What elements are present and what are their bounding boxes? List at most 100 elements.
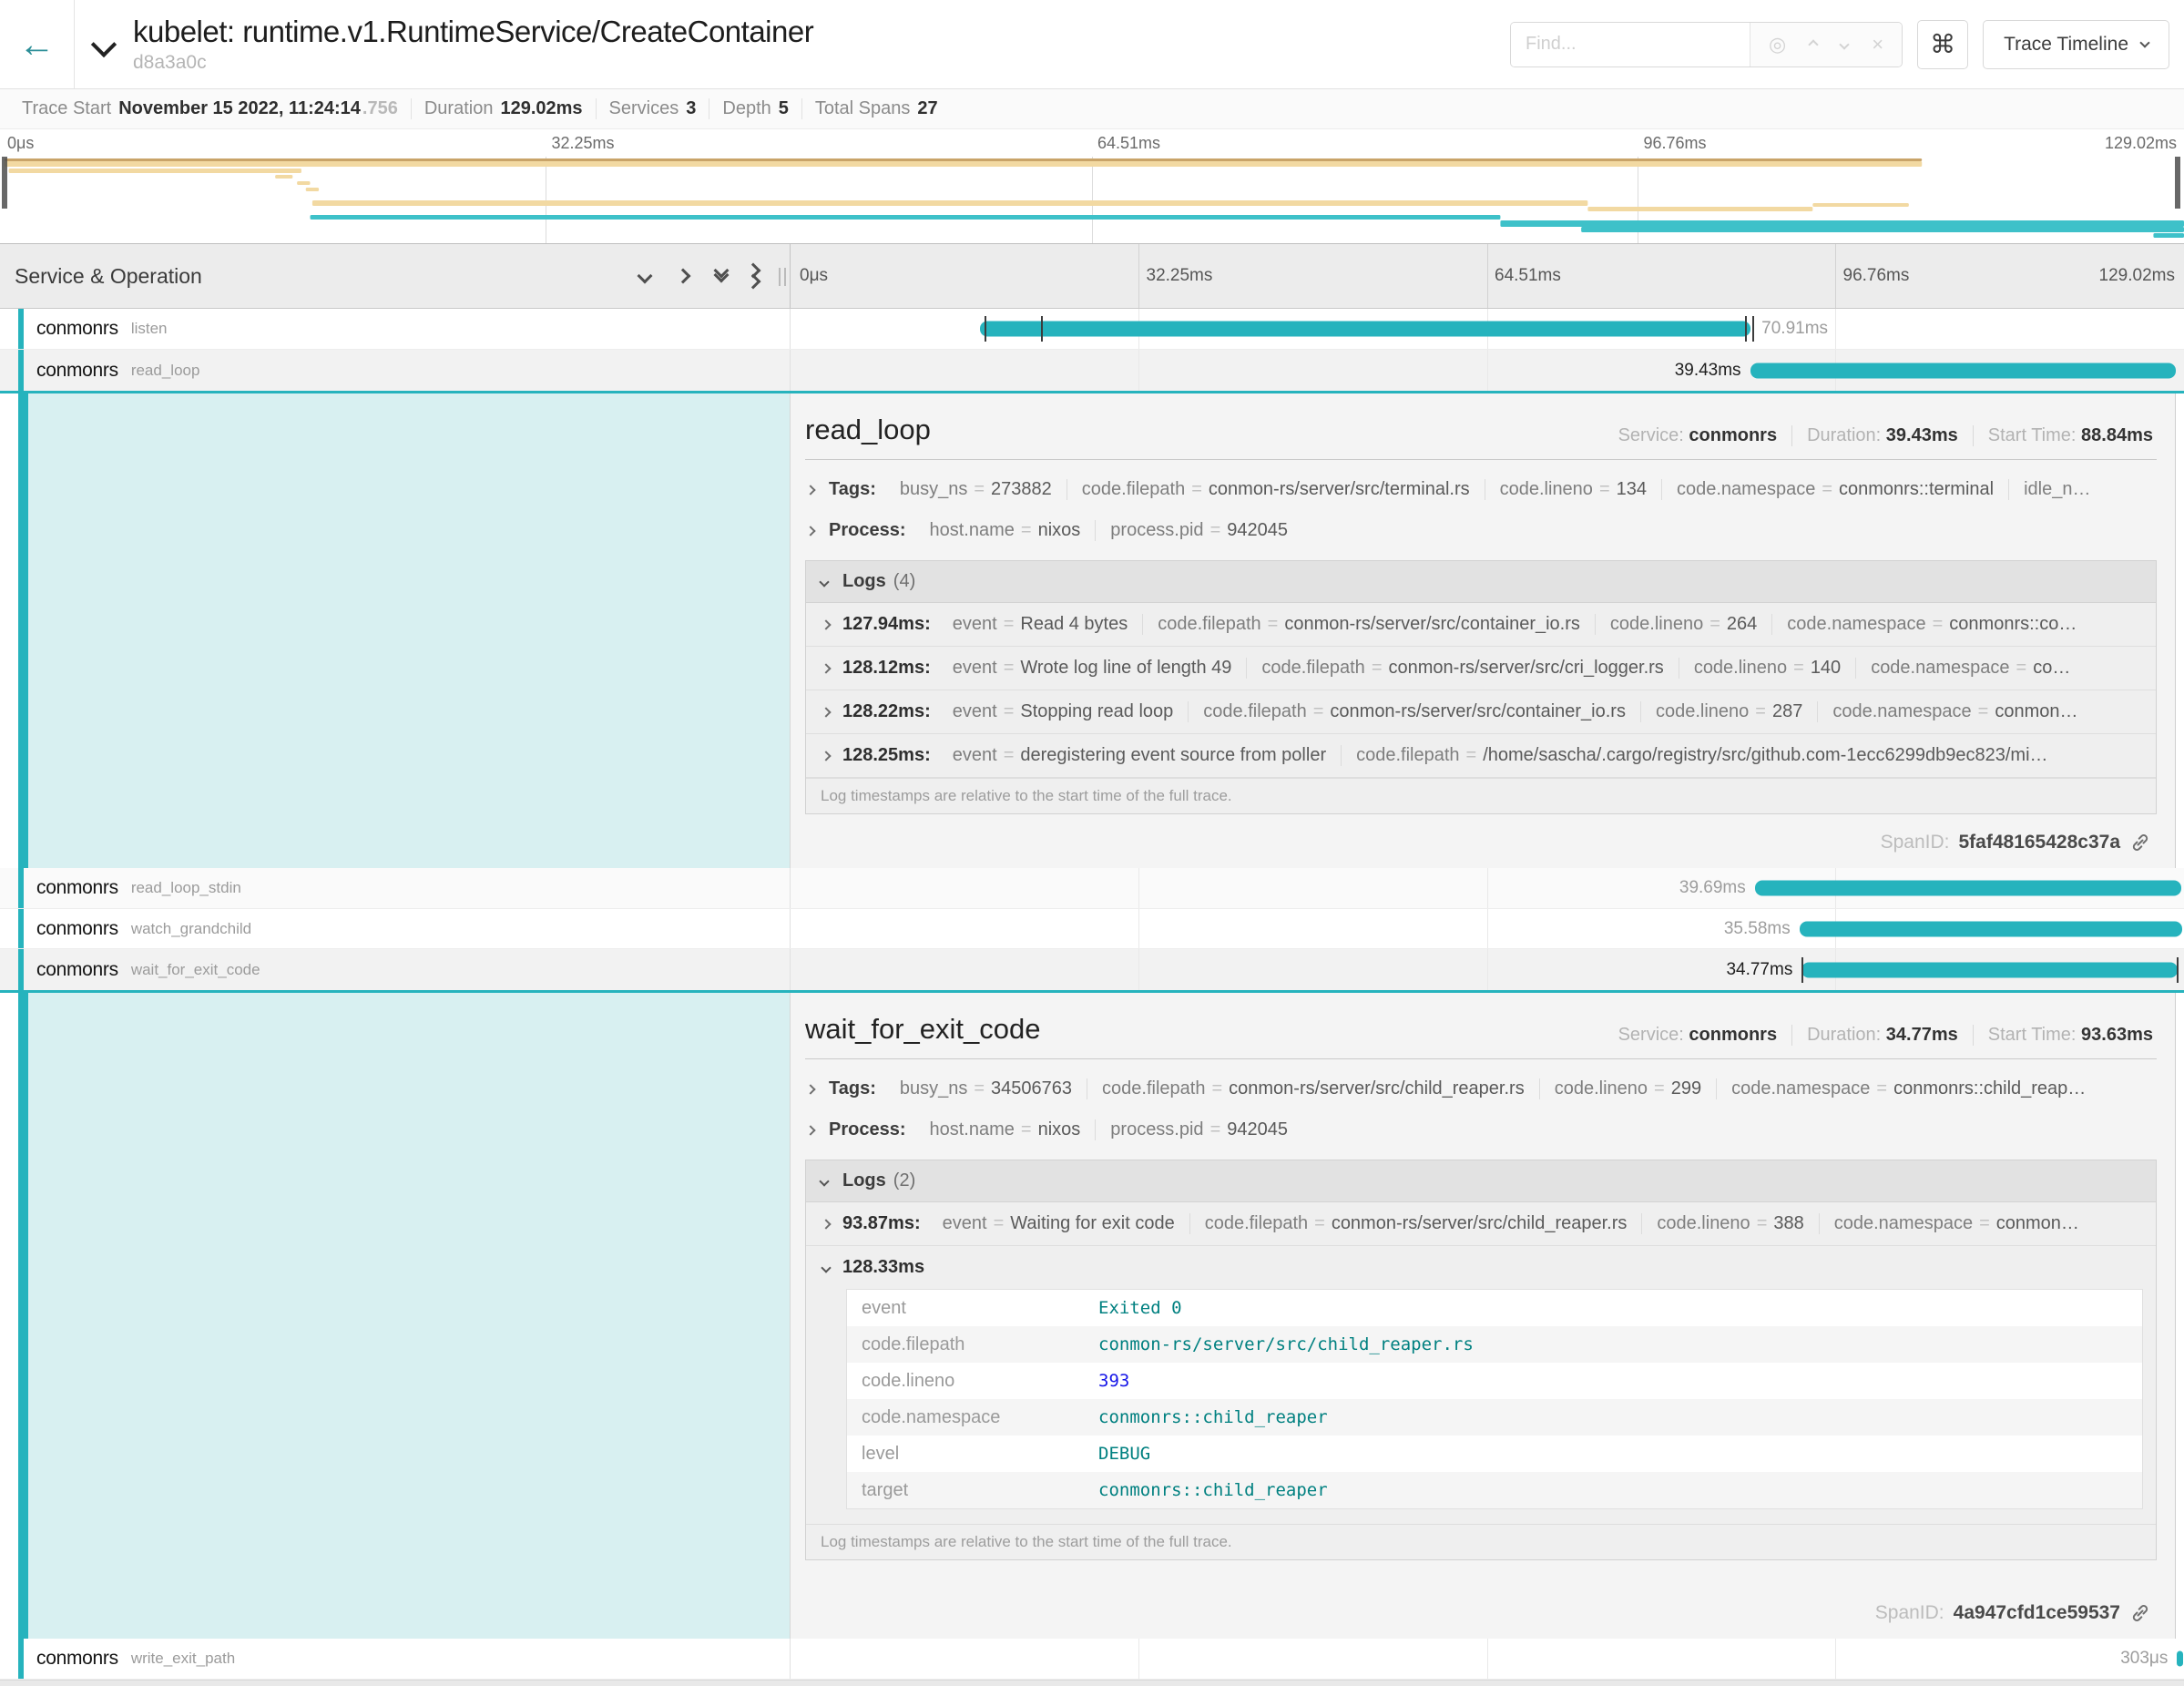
span-bar[interactable] <box>2177 1651 2182 1667</box>
span-bar[interactable] <box>1755 881 2181 896</box>
span-bar-cell[interactable]: 303μs <box>791 1639 2184 1679</box>
span-duration-label: 35.58ms <box>1724 919 1791 939</box>
log-timestamp: 128.22ms: <box>842 701 931 722</box>
service-name: conmonrs <box>36 318 118 340</box>
prev-match-icon[interactable] <box>1809 39 1819 49</box>
trace-total-spans: Total Spans 27 <box>802 98 951 119</box>
log-entry[interactable]: 128.12ms: event=Wrote log line of length… <box>806 647 2156 690</box>
service-name: conmonrs <box>36 959 118 981</box>
log-entry[interactable]: 93.87ms: event=Waiting for exit codecode… <box>806 1202 2156 1246</box>
divider <box>805 459 2157 460</box>
detail-gutter <box>0 993 18 1639</box>
trace-start-fraction: .756 <box>362 98 398 119</box>
kv-pair: process.pid=942045 <box>1096 520 1302 541</box>
timeline-axis: 0μs 32.25ms 64.51ms 96.76ms 129.02ms <box>791 244 2184 308</box>
span-bar-cell[interactable]: 35.58ms <box>791 909 2184 948</box>
log-entry[interactable]: 127.94ms: event=Read 4 bytescode.filepat… <box>806 603 2156 647</box>
minimap-canvas <box>0 157 2184 244</box>
span-name-cell[interactable]: conmonrs read_loop_stdin <box>0 868 791 908</box>
kv-pair: event=Wrote log line of length 49 <box>938 658 1248 679</box>
clear-search-icon[interactable]: × <box>1872 35 1883 55</box>
back-button[interactable]: ← <box>0 0 75 88</box>
view-selector-button[interactable]: Trace Timeline <box>1983 20 2169 69</box>
minimap-right-handle[interactable] <box>2175 157 2180 209</box>
expand-one-icon[interactable] <box>678 271 689 281</box>
find-input[interactable] <box>1511 23 1750 66</box>
collapse-all-icon[interactable] <box>716 271 727 281</box>
kv-pair: code.lineno=287 <box>1641 701 1818 722</box>
span-bar[interactable] <box>980 322 1750 337</box>
axis-tick: 96.76ms <box>1843 266 1910 286</box>
kv-pair: event=Waiting for exit code <box>928 1213 1190 1234</box>
kv-table-row: code.lineno393 <box>847 1363 2142 1399</box>
focus-match-icon[interactable]: ◎ <box>1769 35 1786 55</box>
span-bar[interactable] <box>1800 921 2183 936</box>
axis-tick: 129.02ms <box>2099 266 2175 286</box>
logs-header[interactable]: Logs (4) <box>806 561 2156 603</box>
copy-link-icon[interactable] <box>2129 832 2151 853</box>
detail-tinted-column[interactable] <box>28 393 791 868</box>
log-entry[interactable]: 128.22ms: event=Stopping read loopcode.f… <box>806 690 2156 734</box>
spanid-label: SpanID: <box>1881 832 1950 853</box>
span-name-cell[interactable]: conmonrs read_loop <box>0 350 791 391</box>
next-match-icon[interactable] <box>1840 39 1850 49</box>
log-event-tick <box>1745 316 1747 342</box>
column-resize-grip[interactable] <box>779 268 786 286</box>
span-name-cell[interactable]: conmonrs listen <box>0 309 791 349</box>
kv-table-key: code.lineno <box>847 1364 1093 1399</box>
chevron-right-icon <box>805 526 815 536</box>
span-bar[interactable] <box>1750 363 2177 378</box>
tags-accordion[interactable]: Tags: busy_ns=273882code.filepath=conmon… <box>805 469 2157 510</box>
kv-pair: host.name=nixos <box>915 1119 1097 1140</box>
span-name-cell[interactable]: conmonrs wait_for_exit_code <box>0 949 791 990</box>
process-accordion[interactable]: Process: host.name=nixosprocess.pid=9420… <box>805 1109 2157 1150</box>
kv-pair: code.filepath=conmon-rs/server/src/child… <box>1087 1078 1540 1099</box>
keyboard-shortcuts-button[interactable]: ⌘ <box>1917 20 1968 69</box>
duration-value: 129.02ms <box>500 98 582 119</box>
span-bar-cell[interactable]: 39.69ms <box>791 868 2184 908</box>
span-bar-cell[interactable]: 34.77ms <box>791 949 2184 990</box>
log-entry-expanded-header[interactable]: 128.33ms <box>806 1246 2156 1285</box>
service-label: Service: <box>1618 1025 1684 1045</box>
copy-link-icon[interactable] <box>2129 1602 2151 1624</box>
services-label: Services <box>609 98 679 119</box>
kv-pair: code.lineno=134 <box>1485 479 1662 500</box>
operation-name: wait_for_exit_code <box>131 961 260 979</box>
spanid-value: 5faf48165428c37a <box>1959 832 2121 853</box>
timeline-grid-header: Service & Operation 0μs 32.25ms 64.51ms … <box>0 244 2184 309</box>
span-duration-label: 39.43ms <box>1675 361 1741 381</box>
process-accordion[interactable]: Process: host.name=nixosprocess.pid=9420… <box>805 510 2157 551</box>
span-bar[interactable] <box>1801 962 2177 977</box>
kv-pair: code.filepath=conmon-rs/server/src/conta… <box>1143 614 1596 635</box>
kv-pair: code.namespace=conmonrs::child_reap… <box>1717 1078 2100 1099</box>
span-name-cell[interactable]: conmonrs watch_grandchild <box>0 909 791 948</box>
service-color-strip <box>18 309 24 349</box>
span-bar-cell[interactable]: 70.91ms <box>791 309 2184 349</box>
log-event-tick <box>2177 957 2179 983</box>
log-entry[interactable]: 128.25ms: event=deregistering event sour… <box>806 734 2156 778</box>
duration-label: Duration: <box>1807 425 1881 445</box>
duration-label: Duration: <box>1807 1025 1881 1045</box>
expand-all-icon[interactable] <box>754 265 759 287</box>
collapse-trace-icon[interactable] <box>95 36 113 58</box>
detail-meta: Service: conmonrs Duration: 34.77ms Star… <box>1604 1025 2153 1046</box>
trace-minimap[interactable] <box>0 157 2184 244</box>
tags-accordion[interactable]: Tags: busy_ns=34506763code.filepath=conm… <box>805 1068 2157 1109</box>
logs-section: Logs (2) 93.87ms: event=Waiting for exit… <box>805 1160 2157 1560</box>
kv-table-key: level <box>847 1436 1093 1472</box>
tags-summary: busy_ns=34506763code.filepath=conmon-rs/… <box>885 1078 2100 1099</box>
duration-value: 39.43ms <box>1886 425 1958 445</box>
logs-header[interactable]: Logs (2) <box>806 1160 2156 1202</box>
service-color-strip <box>18 350 24 391</box>
detail-span-title: read_loop <box>805 414 931 446</box>
service-operation-header: Service & Operation <box>0 244 791 308</box>
span-name-cell[interactable]: conmonrs write_exit_path <box>0 1639 791 1679</box>
kv-pair: process.pid=942045 <box>1096 1119 1302 1140</box>
duration-label: Duration <box>424 98 494 119</box>
detail-tinted-column[interactable] <box>28 993 791 1639</box>
service-label: Service: <box>1618 425 1684 445</box>
log-fields: event=Stopping read loopcode.filepath=co… <box>938 701 2093 722</box>
collapse-one-icon[interactable] <box>639 271 650 281</box>
span-bar-cell[interactable]: 39.43ms <box>791 350 2184 391</box>
minimap-left-handle[interactable] <box>2 157 7 209</box>
